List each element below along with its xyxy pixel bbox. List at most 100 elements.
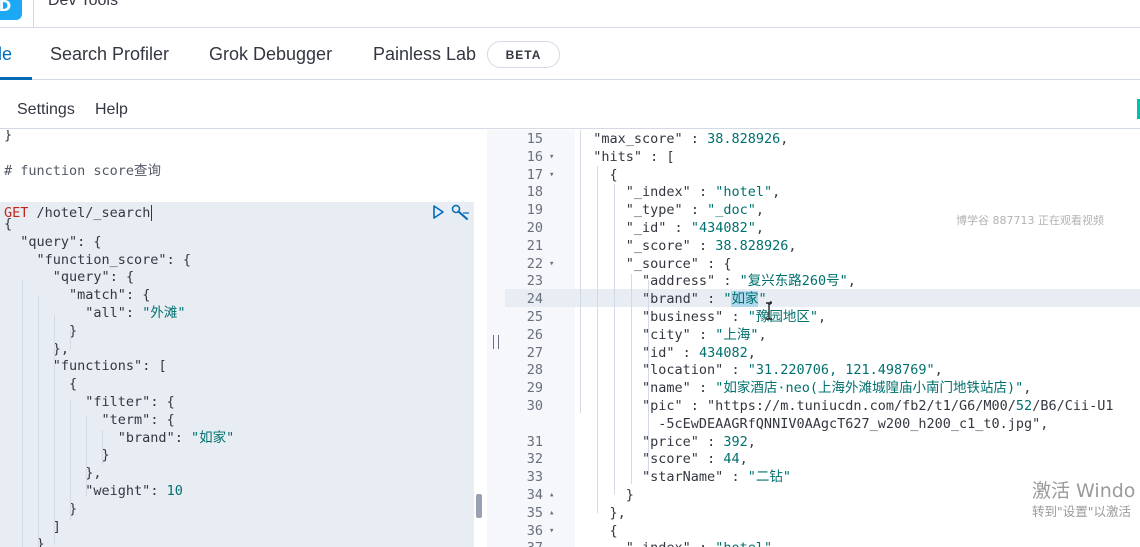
line-number: 24 [526, 291, 543, 308]
line-number: 16 [526, 148, 543, 165]
response-code-line: "_source" : { [625, 255, 732, 272]
header-divider [33, 0, 34, 28]
request-code-line: "functions": [ [52, 358, 167, 375]
indent-guide [86, 416, 87, 496]
request-action-icons [433, 204, 470, 220]
fold-collapse-icon[interactable]: ▾ [549, 148, 554, 166]
response-code-line: } [577, 487, 634, 503]
line-number: 18 [526, 184, 543, 201]
request-code-line: "weight": 10 [85, 483, 183, 499]
line-number: 36 [526, 522, 543, 539]
line-number: 26 [526, 326, 543, 343]
request-code-line: ] [4, 518, 61, 535]
request-line: GET /hotel/_search [4, 204, 153, 222]
response-code-line: "_id" : "434082", [625, 220, 764, 236]
line-number: 35 [526, 504, 543, 521]
splitter-grip-icon[interactable] [493, 335, 499, 349]
help-link[interactable]: Help [95, 101, 128, 119]
fold-collapse-icon[interactable]: ▾ [549, 522, 554, 540]
play-icon[interactable] [433, 205, 444, 219]
line-number: 20 [526, 220, 543, 236]
tab-painless-lab[interactable]: Painless Lab [373, 44, 476, 65]
indent-guide [70, 330, 71, 350]
fold-expand-icon[interactable]: ▴ [549, 486, 554, 504]
response-code-line: "max_score" : 38.828926, [593, 131, 789, 147]
request-code-line: "all": "外滩" [85, 305, 186, 321]
line-number [505, 415, 543, 433]
request-code-line: { [4, 216, 13, 232]
line-number: 23 [526, 273, 543, 290]
line-number: 33 [526, 469, 543, 486]
request-code-line: "query": { [52, 269, 135, 286]
indent-guide [38, 296, 39, 547]
line-number: 28 [526, 362, 543, 379]
windows-activation-subtitle: 转到"设置"以激活 [1032, 504, 1131, 519]
request-code-line: "filter": { [85, 394, 175, 410]
line-number: 29 [526, 380, 543, 397]
response-code-line: { [577, 522, 618, 539]
line-number: 21 [526, 237, 543, 254]
request-code-line: } [4, 447, 110, 464]
line-number: 17 [526, 166, 543, 183]
request-code-line: "query": { [20, 233, 102, 250]
request-editor[interactable]: GET /hotel/_search } # function score查询{ … [0, 130, 487, 547]
app-logo[interactable]: D [0, 0, 22, 20]
indent-guide [580, 130, 581, 413]
app-title: Dev Tools [48, 0, 118, 9]
response-code-line: "id" : 434082, [642, 344, 756, 361]
request-code-line: # function score查询 [4, 162, 162, 179]
text-cursor [151, 205, 153, 221]
line-number: 15 [526, 131, 543, 147]
tab-bar: le Search Profiler Grok Debugger Painles… [0, 28, 1140, 80]
line-number: 31 [526, 433, 543, 450]
beta-badge: BETA [487, 41, 560, 68]
response-code-line: "score" : 44, [642, 451, 748, 468]
response-code-line: "address" : "复兴东路260号", [642, 273, 856, 290]
request-code-line: }, [4, 340, 70, 357]
request-code-line: "match": { [69, 287, 151, 304]
fold-expand-icon[interactable]: ▴ [549, 504, 554, 522]
response-code-line: "pic" : "https://m.tuniucdn.com/fb2/t1/G… [642, 398, 1114, 414]
logo-letter: D [0, 0, 12, 15]
active-tab-underline [0, 77, 32, 80]
response-code-line: "city" : "上海", [642, 326, 767, 343]
line-number: 27 [526, 344, 543, 361]
request-code-line: "function_score": { [36, 251, 191, 268]
response-code-line: "_score" : 38.828926, [625, 237, 797, 254]
indent-guide [102, 430, 103, 465]
indent-guide [614, 184, 615, 494]
request-code-line: { [4, 376, 78, 393]
console-toolbar: Settings Help [0, 81, 1140, 129]
request-actions [431, 204, 473, 224]
editor-scrollbar[interactable] [476, 494, 482, 518]
indent-guide [54, 385, 55, 545]
request-code-line: "term": { [101, 411, 175, 428]
fold-collapse-icon[interactable]: ▾ [549, 166, 554, 184]
response-code-line: "_type" : "_doc", [625, 202, 764, 219]
response-code-line: "starName" : "二钻" [642, 469, 791, 486]
response-code-line: }, [577, 504, 626, 521]
tab-console[interactable]: le [0, 44, 12, 65]
response-code-line: "brand" : "如家", [642, 291, 775, 308]
line-number: 30 [526, 398, 543, 414]
line-number: 32 [526, 451, 543, 468]
ibeam-cursor-icon [766, 302, 772, 320]
request-code-line: } [4, 322, 78, 339]
wrench-icon[interactable] [451, 204, 470, 220]
line-number: 37 [505, 539, 543, 547]
request-code-line: } [4, 130, 13, 143]
request-url: /hotel/_search [36, 205, 151, 221]
request-code-line: } [4, 500, 78, 517]
response-code-line: "_index" : "hotel", [625, 184, 781, 201]
line-number: 25 [526, 309, 543, 325]
indent-guide [70, 400, 71, 520]
tab-search-profiler[interactable]: Search Profiler [50, 44, 169, 65]
line-number: 34 [526, 487, 543, 503]
app-header: D Dev Tools [0, 0, 1140, 28]
windows-activation-title: 激活 Windo [1032, 480, 1136, 502]
tab-grok-debugger[interactable]: Grok Debugger [209, 44, 332, 65]
line-number: 19 [526, 202, 543, 219]
viewer-watermark: 博学谷 887713 正在观看视频 [956, 214, 1104, 227]
fold-collapse-icon[interactable]: ▾ [549, 255, 554, 273]
settings-link[interactable]: Settings [17, 101, 75, 119]
